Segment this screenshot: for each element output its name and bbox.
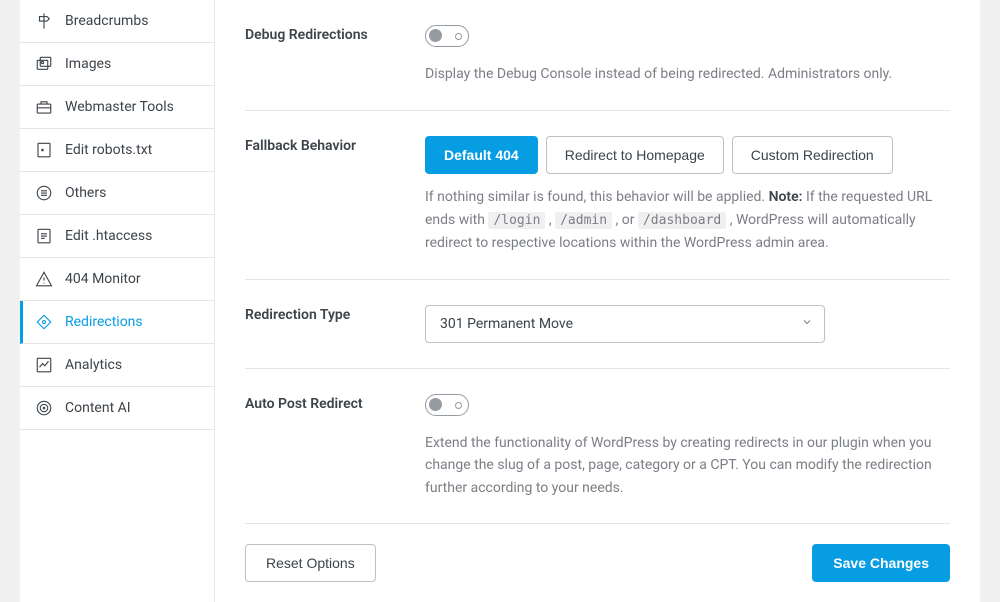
sidebar-item-label: Edit .htaccess <box>65 228 152 244</box>
sidebar-item-analytics[interactable]: Analytics <box>20 344 214 387</box>
setting-fallback-behavior: Fallback Behavior Default 404 Redirect t… <box>245 111 950 280</box>
setting-description: Extend the functionality of WordPress by… <box>425 432 950 499</box>
setting-label: Redirection Type <box>245 305 425 343</box>
sidebar-item-404monitor[interactable]: 404 Monitor <box>20 258 214 301</box>
sidebar-item-webmaster[interactable]: Webmaster Tools <box>20 86 214 129</box>
setting-description: Display the Debug Console instead of bei… <box>425 63 950 85</box>
images-icon <box>35 55 53 73</box>
sidebar: Breadcrumbs Images Webmaster Tools Edit … <box>20 0 215 602</box>
alert-triangle-icon <box>35 270 53 288</box>
sidebar-item-label: Webmaster Tools <box>65 99 174 115</box>
sidebar-item-breadcrumbs[interactable]: Breadcrumbs <box>20 0 214 43</box>
list-icon <box>35 184 53 202</box>
setting-description: If nothing similar is found, this behavi… <box>425 186 950 254</box>
setting-label: Auto Post Redirect <box>245 394 425 499</box>
file-text-icon <box>35 227 53 245</box>
fallback-custom-button[interactable]: Custom Redirection <box>732 136 893 174</box>
sidebar-item-label: Breadcrumbs <box>65 13 148 29</box>
sidebar-item-label: Content AI <box>65 400 131 416</box>
setting-debug-redirections: Debug Redirections Display the Debug Con… <box>245 0 950 111</box>
signpost-icon <box>35 12 53 30</box>
reset-options-button[interactable]: Reset Options <box>245 544 376 582</box>
code-login: /login <box>488 212 545 229</box>
sidebar-item-others[interactable]: Others <box>20 172 214 215</box>
diamond-icon <box>35 313 53 331</box>
sidebar-item-robots[interactable]: Edit robots.txt <box>20 129 214 172</box>
sidebar-item-contentai[interactable]: Content AI <box>20 387 214 430</box>
setting-label: Fallback Behavior <box>245 136 425 254</box>
chart-line-icon <box>35 356 53 374</box>
setting-label: Debug Redirections <box>245 25 425 85</box>
sidebar-item-label: Analytics <box>65 357 122 373</box>
fallback-radio-group: Default 404 Redirect to Homepage Custom … <box>425 136 950 174</box>
sidebar-item-images[interactable]: Images <box>20 43 214 86</box>
file-icon <box>35 141 53 159</box>
target-icon <box>35 399 53 417</box>
sidebar-item-label: Redirections <box>65 314 143 330</box>
setting-auto-post-redirect: Auto Post Redirect Extend the functional… <box>245 369 950 523</box>
sidebar-item-label: Others <box>65 185 106 201</box>
sidebar-item-redirections[interactable]: Redirections <box>20 301 214 344</box>
auto-post-toggle[interactable] <box>425 394 469 416</box>
fallback-default404-button[interactable]: Default 404 <box>425 136 538 174</box>
sidebar-item-label: Images <box>65 56 111 72</box>
sidebar-item-label: Edit robots.txt <box>65 142 152 158</box>
code-dashboard: /dashboard <box>638 212 726 229</box>
footer-actions: Reset Options Save Changes <box>245 523 950 602</box>
setting-redirection-type: Redirection Type 301 Permanent Move <box>245 280 950 369</box>
sidebar-item-label: 404 Monitor <box>65 271 141 287</box>
save-changes-button[interactable]: Save Changes <box>812 544 950 582</box>
sidebar-item-htaccess[interactable]: Edit .htaccess <box>20 215 214 258</box>
main-content: Debug Redirections Display the Debug Con… <box>215 0 980 602</box>
toolbox-icon <box>35 98 53 116</box>
redirection-type-select[interactable]: 301 Permanent Move <box>425 305 825 343</box>
debug-toggle[interactable] <box>425 25 469 47</box>
fallback-redirect-home-button[interactable]: Redirect to Homepage <box>546 136 724 174</box>
code-admin: /admin <box>555 212 612 229</box>
